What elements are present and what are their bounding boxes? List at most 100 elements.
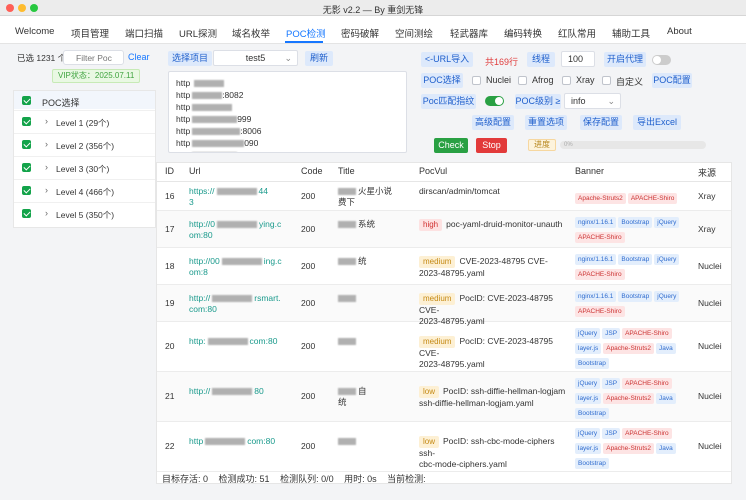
col-banner[interactable]: Banner: [575, 166, 604, 176]
table-row[interactable]: 17 http://0 ying.c om:80 200 系统 high poc-yaml-d…: [157, 211, 731, 248]
tree-item-level3[interactable]: › Level 3 (30个): [14, 156, 155, 178]
checkbox-level5[interactable]: [22, 209, 31, 218]
custom-checkbox[interactable]: [602, 76, 611, 85]
status-bar: 目标存活: 0 检测成功: 51 检测队列: 0/0 用时: 0s 当前检测:: [162, 472, 434, 485]
poc-config-button[interactable]: POC配置: [652, 73, 692, 88]
tree-header: POC选择: [14, 91, 155, 109]
checkbox-level1[interactable]: [22, 117, 31, 126]
row-banner: jQuery JSP APACHE-Shiro layer.js Apache-Stru…: [575, 426, 690, 471]
chevron-right-icon[interactable]: ›: [45, 139, 48, 149]
col-code[interactable]: Code: [301, 166, 323, 176]
table-row[interactable]: 20 http: com:80 200 medium PocID: CVE-2023-48…: [157, 322, 731, 372]
threads-label: 线程: [527, 52, 555, 67]
export-excel-button[interactable]: 导出Excel: [633, 115, 681, 130]
chevron-right-icon[interactable]: ›: [45, 116, 48, 126]
table-row[interactable]: 18 http://00 ing.c om:8 200 统 medium CVE-2023-4…: [157, 248, 731, 285]
row-url[interactable]: http: com:80: [189, 336, 293, 347]
save-config-button[interactable]: 保存配置: [580, 115, 622, 130]
table-row[interactable]: 16 https://44 3 200 火星小说 费下 dirscan/admin/tomc…: [157, 182, 731, 211]
tab-port-scan[interactable]: 端口扫描: [125, 26, 163, 40]
banner-tag: layer.js: [575, 393, 602, 404]
row-url[interactable]: http://0 ying.c om:80: [189, 219, 293, 241]
reset-options-button[interactable]: 重置选项: [525, 115, 567, 130]
table-row[interactable]: 21 http://80 200 自统 low PocID: ssh-diffie-hel…: [157, 372, 731, 422]
col-pocvul[interactable]: PocVul: [419, 166, 447, 176]
clear-button[interactable]: Clear: [128, 52, 150, 62]
row-url[interactable]: http://rsmart. com:80: [189, 293, 293, 315]
banner-tag: Apache-Struts2: [575, 192, 626, 204]
col-id[interactable]: ID: [165, 166, 174, 176]
poc-level-select[interactable]: info ⌄: [564, 93, 621, 109]
xray-label: Xray: [576, 75, 595, 85]
select-all-checkbox[interactable]: [22, 96, 31, 105]
stop-button[interactable]: Stop: [476, 138, 507, 153]
row-title: 自统: [338, 386, 367, 407]
afrog-checkbox[interactable]: [518, 76, 527, 85]
select-project-label: 选择项目: [168, 51, 212, 66]
row-source: Nuclei: [698, 260, 722, 271]
tree-item-level2[interactable]: › Level 2 (356个): [14, 133, 155, 155]
afrog-label: Afrog: [532, 75, 554, 85]
checkbox-level3[interactable]: [22, 163, 31, 172]
row-source: Nuclei: [698, 341, 722, 351]
status-time: 用时: 0s: [344, 474, 377, 484]
table-row[interactable]: 19 http://rsmart. com:80 200 medium PocID: CV…: [157, 285, 731, 326]
banner-tag: Bootstrap: [618, 291, 653, 302]
row-id: 17: [165, 223, 175, 234]
poc-filter-input[interactable]: [63, 50, 124, 65]
row-title: 火星小说 费下: [338, 185, 393, 207]
row-banner: Apache-Struts2 APACHE-Shiro: [575, 191, 690, 206]
row-url[interactable]: https://44 3: [189, 186, 293, 208]
tab-redteam[interactable]: 红队常用: [558, 26, 596, 40]
checkbox-level4[interactable]: [22, 186, 31, 195]
proxy-toggle[interactable]: [652, 55, 671, 65]
banner-tag: Java: [656, 443, 676, 454]
tree-label: Level 3 (30个): [56, 164, 110, 174]
tab-encoding[interactable]: 编码转换: [504, 26, 542, 40]
banner-tag: jQuery: [575, 428, 601, 439]
col-source[interactable]: 来源: [698, 166, 716, 179]
nuclei-checkbox[interactable]: [472, 76, 481, 85]
banner-tag: layer.js: [575, 443, 602, 454]
banner-tag: JSP: [602, 428, 621, 439]
chevron-right-icon[interactable]: ›: [45, 162, 48, 172]
tab-domain-enum[interactable]: 域名枚举: [232, 26, 270, 40]
tab-welcome[interactable]: Welcome: [15, 26, 54, 37]
url-textarea[interactable]: http http:8082 http http 999 http:8006 ht…: [168, 71, 407, 153]
checkbox-level2[interactable]: [22, 140, 31, 149]
row-pocvul: medium CVE-2023-48795 CVE- 2023-48795.yaml: [419, 255, 548, 278]
tree-item-level1[interactable]: › Level 1 (29个): [14, 110, 155, 132]
chevron-right-icon[interactable]: ›: [45, 208, 48, 218]
tab-space-mapping[interactable]: 空间测绘: [395, 26, 433, 40]
fingerprint-toggle[interactable]: [485, 96, 504, 106]
tab-project[interactable]: 项目管理: [71, 26, 109, 40]
tab-about[interactable]: About: [667, 26, 692, 37]
row-url[interactable]: http com:80: [189, 436, 293, 447]
threads-input[interactable]: 100: [561, 51, 595, 67]
refresh-button[interactable]: 刷新: [305, 51, 333, 66]
xray-checkbox[interactable]: [562, 76, 571, 85]
col-title[interactable]: Title: [338, 166, 355, 176]
url-import-button[interactable]: <-URL导入: [421, 52, 473, 67]
total-lines-text: 共169行: [485, 57, 519, 67]
row-banner: nginx/1.16.1 Bootstrap jQuery APACHE-Shiro: [575, 289, 690, 319]
tab-url-probe[interactable]: URL探测: [179, 26, 217, 40]
table-row[interactable]: 22 http com:80 200 low PocID: ssh-cbc-mode-ci…: [157, 422, 731, 472]
advanced-config-button[interactable]: 高级配置: [472, 115, 514, 130]
row-id: 21: [165, 391, 175, 401]
tab-poc[interactable]: POC检测: [286, 26, 326, 40]
tab-password[interactable]: 密码破解: [341, 26, 379, 40]
chevron-right-icon[interactable]: ›: [45, 185, 48, 195]
project-select[interactable]: test5 ⌄: [213, 50, 298, 66]
check-button[interactable]: Check: [434, 138, 468, 153]
row-pocvul: dirscan/admin/tomcat: [419, 185, 500, 196]
row-url[interactable]: http://80: [189, 386, 293, 397]
poc-level-label: POC级别 ≥: [515, 94, 561, 109]
tab-light-weapons[interactable]: 轻武器库: [450, 26, 488, 40]
row-id: 20: [165, 341, 175, 351]
tree-item-level4[interactable]: › Level 4 (466个): [14, 179, 155, 201]
col-url[interactable]: Url: [189, 166, 201, 176]
row-url[interactable]: http://00 ing.c om:8: [189, 256, 293, 278]
tab-tools[interactable]: 辅助工具: [612, 26, 650, 40]
tree-item-level5[interactable]: › Level 5 (350个): [14, 202, 155, 224]
